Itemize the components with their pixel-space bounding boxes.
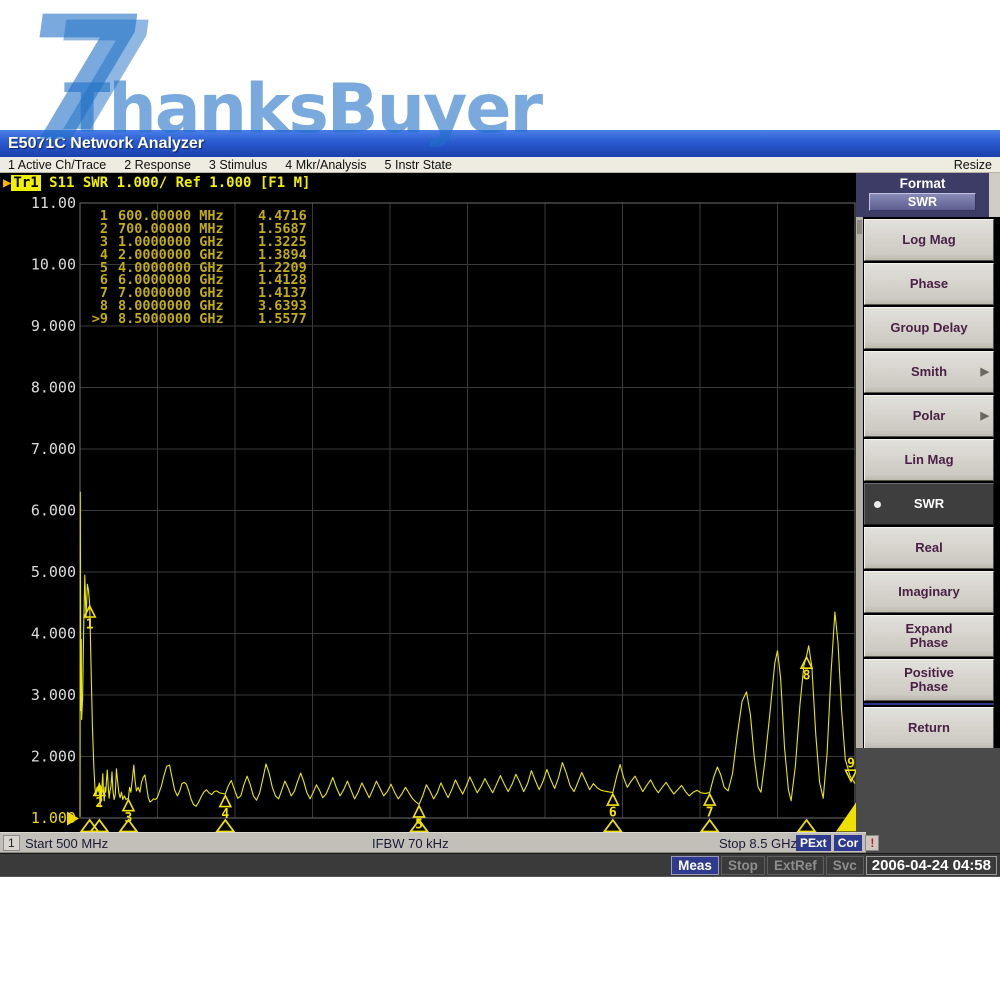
- page: 7 7 ThanksBuyer E5071C Network Analyzer …: [0, 0, 1000, 1000]
- softkey-return[interactable]: Return: [864, 707, 994, 749]
- softkey-swr[interactable]: SWR: [864, 483, 994, 525]
- menu-resize[interactable]: Resize: [954, 158, 992, 172]
- title-bar[interactable]: E5071C Network Analyzer: [0, 130, 1000, 157]
- marker-5-icon[interactable]: [414, 806, 425, 817]
- channel-badges: PExtCor!: [796, 835, 879, 851]
- marker-table: 1600.00000 MHz4.47162700.00000 MHz1.5687…: [84, 210, 307, 326]
- softkey-header: Format SWR: [856, 173, 989, 217]
- window-title: E5071C Network Analyzer: [8, 135, 204, 152]
- softkey-list: Log MagPhaseGroup DelaySmith▶Polar▶Lin M…: [864, 219, 994, 751]
- submenu-arrow-icon: ▶: [981, 409, 989, 424]
- marker-value: 1.5577: [256, 313, 307, 326]
- softkey-header-value: SWR: [869, 193, 976, 211]
- trace-format-text: S11 SWR 1.000/ Ref 1.000 [F1 M]: [41, 175, 311, 191]
- status-item-svc: Svc: [826, 856, 864, 875]
- stop-frequency-label: Stop 8.5 GHz: [719, 836, 797, 851]
- y-axis-tick-label: 9.000: [31, 317, 76, 335]
- softkey-polar[interactable]: Polar▶: [864, 395, 994, 437]
- y-axis-tick-label: 2.000: [31, 748, 76, 766]
- marker-3-icon[interactable]: [123, 800, 134, 811]
- y-axis-tick-label: 11.00: [31, 194, 76, 212]
- marker-frequency: 8.5000000 GHz: [108, 313, 256, 326]
- marker-6-number: 6: [609, 806, 617, 821]
- softkey-imaginary[interactable]: Imaginary: [864, 571, 994, 613]
- panel-filler: [989, 173, 1000, 217]
- softkey-separator: [864, 703, 994, 705]
- marker-2-number: 2: [95, 796, 103, 811]
- y-axis-tick-label: 8.000: [31, 379, 76, 397]
- softkey-header-title: Format: [856, 173, 989, 191]
- marker-6-icon[interactable]: [607, 794, 618, 805]
- channel-number-badge: 1: [3, 835, 20, 851]
- marker-1-number: 1: [86, 618, 94, 633]
- status-item-extref: ExtRef: [767, 856, 824, 875]
- y-axis-tick-label: 4.000: [31, 625, 76, 643]
- datetime-display: 2006-04-24 04:58: [866, 856, 997, 875]
- y-axis-tick-label: 3.000: [31, 686, 76, 704]
- softkey-scrollbar[interactable]: [856, 217, 863, 832]
- trace-label: Tr1: [11, 175, 40, 191]
- softkey-real[interactable]: Real: [864, 527, 994, 569]
- menu-item-5[interactable]: 5 Instr State: [385, 158, 452, 172]
- trace-info-line[interactable]: ▶Tr1 S11 SWR 1.000/ Ref 1.000 [F1 M]: [3, 175, 310, 191]
- y-axis-tick-label: 10.00: [31, 256, 76, 274]
- status-item-stop: Stop: [721, 856, 765, 875]
- softkey-panel: Format SWR Log MagPhaseGroup DelaySmith▶…: [856, 173, 1000, 853]
- marker-7-icon[interactable]: [704, 794, 715, 805]
- status-badge-pext: PExt: [796, 835, 831, 851]
- marker-9-icon[interactable]: [846, 770, 857, 781]
- softkey-log-mag[interactable]: Log Mag: [864, 219, 994, 261]
- menu-item-2[interactable]: 2 Response: [124, 158, 191, 172]
- marker-4-icon[interactable]: [220, 796, 231, 807]
- softkey-smith[interactable]: Smith▶: [864, 351, 994, 393]
- marker-6-axis-indicator-icon: [604, 820, 621, 832]
- y-axis-tick-label: 6.000: [31, 502, 76, 520]
- ifbw-label: IFBW 70 kHz: [372, 836, 449, 851]
- status-items: MeasStopExtRefSvc2006-04-24 04:58: [671, 856, 997, 875]
- y-axis-tick-label: 7.000: [31, 440, 76, 458]
- active-marker-axis-indicator-icon: [836, 801, 856, 832]
- analyzer-screen: ▶Tr1 S11 SWR 1.000/ Ref 1.000 [F1 M] 160…: [0, 173, 856, 832]
- menu-bar: 1 Active Ch/Trace 2 Response 3 Stimulus 4 M…: [0, 157, 1000, 173]
- status-badge-alert: !: [865, 835, 879, 851]
- menu-item-3[interactable]: 3 Stimulus: [209, 158, 267, 172]
- menu-item-4[interactable]: 4 Mkr/Analysis: [285, 158, 366, 172]
- status-badge-cor: Cor: [834, 835, 863, 851]
- start-frequency-label: Start 500 MHz: [25, 836, 108, 851]
- menu-item-1[interactable]: 1 Active Ch/Trace: [8, 158, 106, 172]
- marker-8-axis-indicator-icon: [798, 820, 815, 832]
- instrument-status-bar: MeasStopExtRefSvc2006-04-24 04:58: [0, 853, 1000, 877]
- softkey-expand-phase[interactable]: Expand Phase: [864, 615, 994, 657]
- marker-number: >9: [84, 313, 108, 326]
- status-item-meas: Meas: [671, 856, 719, 875]
- marker-7-number: 7: [706, 806, 714, 821]
- marker-8-number: 8: [803, 669, 811, 684]
- softkey-positive-phase[interactable]: Positive Phase: [864, 659, 994, 701]
- channel-status-bar: 1 Start 500 MHz IFBW 70 kHz Stop 8.5 GHz…: [0, 832, 866, 853]
- y-axis-tick-label: 5.000: [31, 563, 76, 581]
- softkey-phase[interactable]: Phase: [864, 263, 994, 305]
- submenu-arrow-icon: ▶: [981, 365, 989, 380]
- marker-7-axis-indicator-icon: [701, 820, 718, 832]
- marker-table-row: >98.5000000 GHz1.5577: [84, 313, 307, 326]
- softkey-group-delay[interactable]: Group Delay: [864, 307, 994, 349]
- softkey-lin-mag[interactable]: Lin Mag: [864, 439, 994, 481]
